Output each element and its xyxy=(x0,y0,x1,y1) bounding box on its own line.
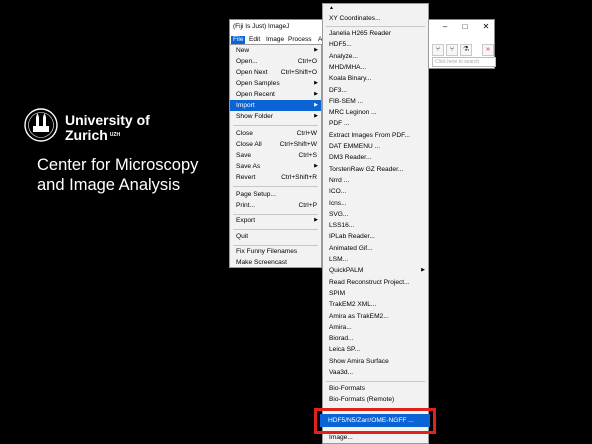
import-item[interactable]: Koala Binary... xyxy=(323,73,428,84)
submenu-arrow-icon: ▶ xyxy=(421,267,425,274)
file-menu-open-next[interactable]: Open Next Ctrl+Shift+O xyxy=(230,67,321,78)
submenu-arrow-icon: ▶ xyxy=(314,80,318,86)
file-menu-revert[interactable]: Revert Ctrl+Shift+R xyxy=(230,172,321,183)
import-item[interactable]: DM3 Reader... xyxy=(323,152,428,163)
import-item[interactable]: SPIM xyxy=(323,288,428,299)
import-item-quickpalm[interactable]: QuickPALM ▶ xyxy=(323,265,428,276)
file-menu: New ▶ Open... Ctrl+O Open Next Ctrl+Shift+O… xyxy=(229,44,322,268)
university-logo: University of Zurich UZH xyxy=(24,108,152,143)
import-item[interactable]: PDF ... xyxy=(323,118,428,129)
menu-separator xyxy=(233,125,318,126)
import-item[interactable]: DF3... xyxy=(323,85,428,96)
menu-image[interactable]: Image xyxy=(264,36,286,44)
import-item[interactable]: LSM... xyxy=(323,254,428,265)
more-tools-icon[interactable]: » xyxy=(482,44,494,56)
scroll-up-arrow-icon[interactable]: ▲ xyxy=(323,4,428,12)
window-title: (Fiji Is Just) ImageJ xyxy=(233,23,290,30)
file-menu-open-recent[interactable]: Open Recent ▶ xyxy=(230,89,321,100)
file-menu-quit[interactable]: Quit xyxy=(230,231,321,242)
search-input[interactable]: Click here to search xyxy=(432,57,496,67)
menu-separator xyxy=(233,186,318,187)
university-name-line1: University of xyxy=(65,112,150,128)
import-item[interactable]: Amira... xyxy=(323,322,428,333)
submenu-arrow-icon: ▶ xyxy=(314,47,318,53)
file-menu-save[interactable]: Save Ctrl+S xyxy=(230,150,321,161)
tool-2-icon[interactable]: ⑂ xyxy=(446,44,458,56)
import-item-bio-formats-remote[interactable]: Bio-Formats (Remote) xyxy=(323,394,428,405)
import-item[interactable]: TrakEM2 XML... xyxy=(323,299,428,310)
import-item[interactable]: MRC Leginon ... xyxy=(323,107,428,118)
uzh-label: UZH xyxy=(109,132,121,138)
file-menu-page-setup[interactable]: Page Setup... xyxy=(230,189,321,200)
file-menu-open[interactable]: Open... Ctrl+O xyxy=(230,56,321,67)
import-item[interactable]: TorstenRaw GZ Reader... xyxy=(323,164,428,175)
toolbar: ⑂ ⑂ ⚗ » Click here to search xyxy=(432,44,496,68)
import-item[interactable]: Animated Gif... xyxy=(323,243,428,254)
import-item[interactable]: Nrrd ... xyxy=(323,175,428,186)
import-item[interactable]: FIB-SEM ... xyxy=(323,96,428,107)
menu-edit[interactable]: Edit xyxy=(247,36,262,44)
import-item[interactable]: Read Reconstruct Project... xyxy=(323,277,428,288)
menu-separator xyxy=(326,26,425,27)
minimize-button[interactable]: – xyxy=(439,22,451,31)
file-menu-close-all[interactable]: Close All Ctrl+Shift+W xyxy=(230,139,321,150)
submenu-arrow-icon: ▶ xyxy=(314,102,318,108)
file-menu-make-screencast[interactable]: Make Screencast xyxy=(230,257,321,268)
import-item[interactable]: SVG... xyxy=(323,209,428,220)
import-item[interactable]: Biorad... xyxy=(323,333,428,344)
menu-separator xyxy=(233,229,318,230)
slide-subtitle: Center for Microscopy and Image Analysis xyxy=(37,155,198,195)
subtitle-line2: and Image Analysis xyxy=(37,176,181,194)
file-menu-save-as[interactable]: Save As ▶ xyxy=(230,161,321,172)
close-button[interactable]: ✕ xyxy=(480,22,492,31)
menu-file[interactable]: File xyxy=(231,36,246,44)
submenu-arrow-icon: ▶ xyxy=(314,163,318,169)
maximize-button[interactable]: □ xyxy=(459,22,471,31)
import-item[interactable]: Leica SP... xyxy=(323,344,428,355)
file-menu-print[interactable]: Print... Ctrl+P xyxy=(230,200,321,211)
import-item-bio-formats[interactable]: Bio-Formats xyxy=(323,383,428,394)
highlight-annotation xyxy=(314,408,436,434)
import-submenu: ▲ XY Coordinates... Janelia H265 Reader … xyxy=(322,3,429,444)
university-name-line2: Zurich xyxy=(65,127,108,143)
import-item[interactable]: Show Amira Surface xyxy=(323,356,428,367)
import-item[interactable]: Janelia H265 Reader xyxy=(323,28,428,39)
import-item[interactable]: HDF5... xyxy=(323,39,428,50)
file-menu-export[interactable]: Export ▶ xyxy=(230,215,321,226)
file-menu-new[interactable]: New ▶ xyxy=(230,45,321,56)
tool-3-icon[interactable]: ⚗ xyxy=(460,44,472,56)
submenu-arrow-icon: ▶ xyxy=(314,113,318,119)
subtitle-line1: Center for Microscopy xyxy=(37,156,199,174)
import-item[interactable]: Vaa3d... xyxy=(323,367,428,378)
file-menu-open-samples[interactable]: Open Samples ▶ xyxy=(230,78,321,89)
submenu-arrow-icon: ▶ xyxy=(314,91,318,97)
file-menu-fix-funny-filenames[interactable]: Fix Funny Filenames xyxy=(230,246,321,257)
import-item[interactable]: DAT EMMENU ... xyxy=(323,141,428,152)
import-item[interactable]: IPLab Reader... xyxy=(323,231,428,242)
file-menu-show-folder[interactable]: Show Folder ▶ xyxy=(230,111,321,122)
file-menu-import[interactable]: Import ▶ xyxy=(230,100,321,111)
menu-process[interactable]: Process xyxy=(286,36,313,44)
submenu-arrow-icon: ▶ xyxy=(314,217,318,223)
university-seal-icon xyxy=(24,108,58,142)
tool-1-icon[interactable]: ⑂ xyxy=(432,44,444,56)
file-menu-close[interactable]: Close Ctrl+W xyxy=(230,128,321,139)
import-item[interactable]: Extract Images From PDF... xyxy=(323,130,428,141)
import-item[interactable]: Amira as TrakEM2... xyxy=(323,311,428,322)
import-item[interactable]: LSS16... xyxy=(323,220,428,231)
import-item[interactable]: Analyze... xyxy=(323,51,428,62)
import-item[interactable]: MHD/MHA... xyxy=(323,62,428,73)
import-item[interactable]: XY Coordinates... xyxy=(323,13,428,24)
import-item[interactable]: Icns... xyxy=(323,198,428,209)
import-item[interactable]: ICO... xyxy=(323,186,428,197)
